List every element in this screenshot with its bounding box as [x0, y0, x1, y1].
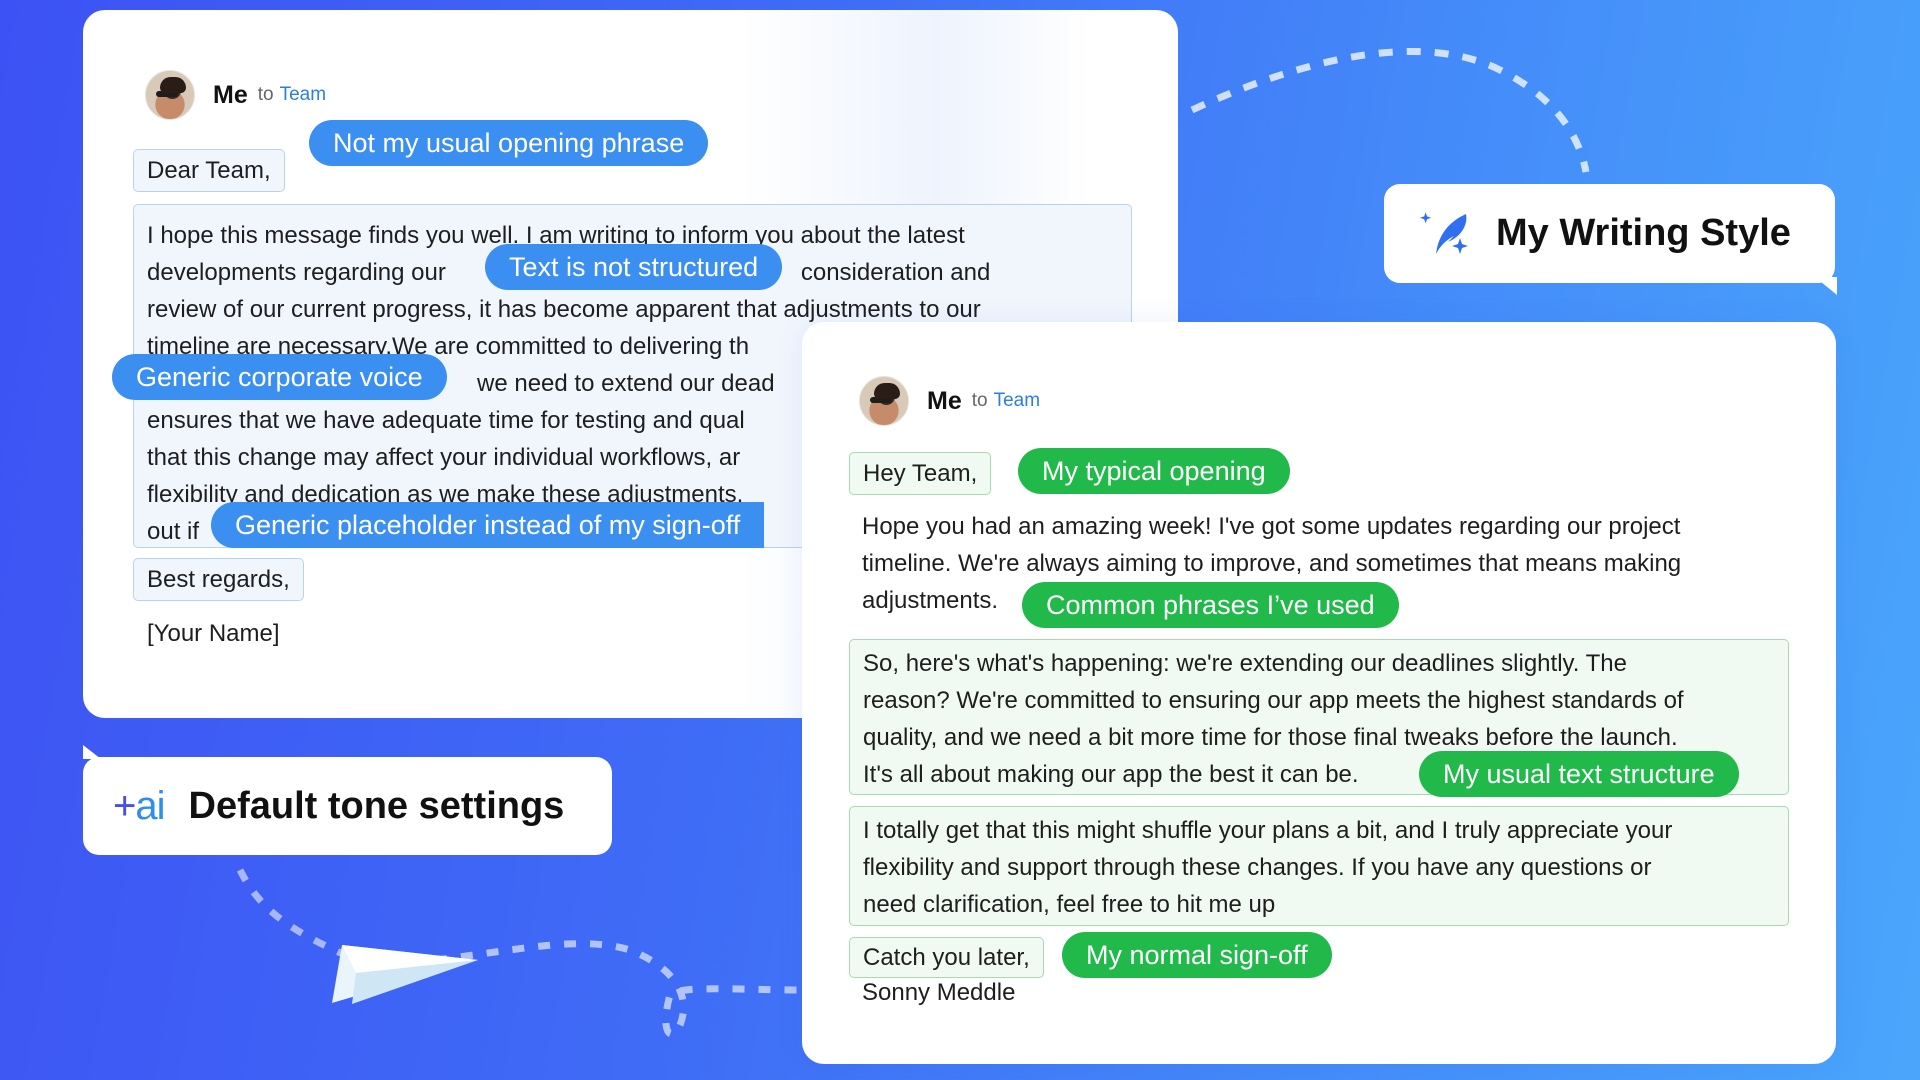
body-line: I totally get that this might shuffle yo…: [863, 817, 1673, 844]
structured-paragraph-2: I totally get that this might shuffle yo…: [849, 806, 1789, 926]
avatar: [145, 70, 195, 120]
closing-text: Catch you later,: [863, 944, 1030, 971]
recipient-link[interactable]: Team: [280, 84, 326, 106]
paper-plane-icon: [332, 945, 478, 1004]
sender-name: Me: [927, 386, 962, 415]
body-line: timeline. We're always aiming to improve…: [862, 550, 1682, 577]
to-label: to: [971, 390, 988, 411]
annotation-text-structure: My usual text structure: [1419, 751, 1739, 797]
annotation-voice-critique: Generic corporate voice: [112, 354, 447, 400]
sender-name: Me: [213, 80, 248, 109]
greeting-text: Hey Team,: [863, 460, 978, 487]
annotation-common-phrases: Common phrases I’ve used: [1022, 582, 1399, 628]
dashed-path-top: [1190, 47, 1590, 173]
plus-ai-logo: +ai: [113, 783, 166, 828]
feather-sparkle-icon: [1420, 211, 1468, 254]
dashed-path-bottom-left: [236, 868, 347, 959]
email-sender-row: Me to Team: [859, 376, 1040, 426]
avatar: [859, 376, 909, 426]
body-line: flexibility and support through these ch…: [863, 854, 1652, 881]
email-sender-row: Me to Team: [145, 70, 326, 120]
annotation-normal-signoff: My normal sign-off: [1062, 932, 1332, 978]
annotation-opening-critique: Not my usual opening phrase: [309, 120, 709, 166]
body-line: need clarification, feel free to hit me …: [863, 891, 1276, 918]
body-line: So, here's what's happening: we're exten…: [863, 650, 1628, 677]
greeting-block: Hey Team,: [849, 452, 992, 495]
body-line: reason? We're committed to ensuring our …: [863, 687, 1684, 714]
annotation-signoff-critique: Generic placeholder instead of my sign-o…: [211, 502, 765, 548]
default-tone-title: Default tone settings: [188, 784, 565, 827]
personal-style-email-card: Me to Team Hey Team, Hope you had an ama…: [802, 322, 1836, 1064]
dashed-path-bottom-right: [434, 940, 803, 1038]
my-writing-style-badge: My Writing Style: [1384, 184, 1837, 295]
greeting-block: Dear Team,: [133, 149, 285, 192]
closing-block: Catch you later,: [849, 937, 1044, 978]
body-line: Hope you had an amazing week! I've got s…: [862, 513, 1681, 540]
annotation-structure-critique: Text is not structured: [485, 244, 783, 290]
default-tone-badge: +ai Default tone settings: [83, 745, 612, 855]
closing-block: Best regards,: [133, 558, 304, 601]
annotation-typical-opening: My typical opening: [1018, 448, 1290, 494]
signature-name: Sonny Meddle: [862, 979, 1016, 1006]
to-label: to: [257, 84, 274, 105]
signature-placeholder: [Your Name]: [147, 620, 280, 647]
writing-style-title: My Writing Style: [1496, 212, 1791, 254]
greeting-text: Dear Team,: [147, 157, 271, 184]
closing-text: Best regards,: [147, 566, 290, 593]
recipient-link[interactable]: Team: [994, 390, 1040, 412]
